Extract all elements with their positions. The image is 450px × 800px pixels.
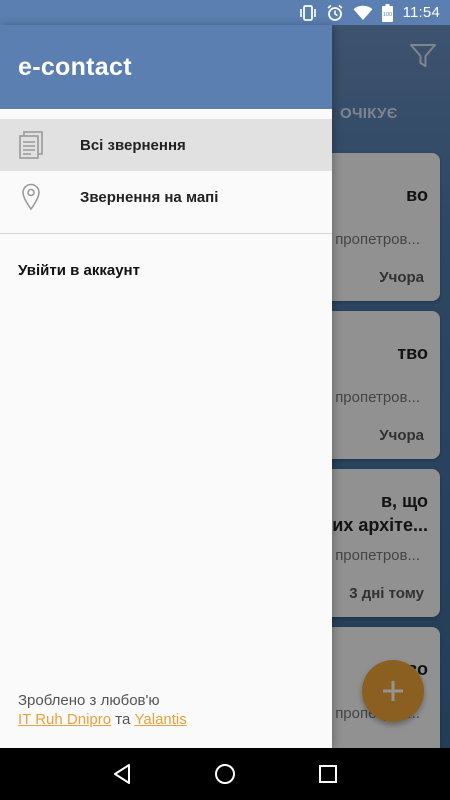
- menu-item-all-appeals[interactable]: Всі звернення: [0, 119, 332, 171]
- login-link[interactable]: Увійти в аккаунт: [18, 262, 332, 279]
- recents-icon: [319, 765, 338, 783]
- footer-text: Зроблено з любов'ю: [18, 692, 160, 709]
- back-button[interactable]: [102, 754, 142, 794]
- system-nav-bar: [0, 748, 450, 800]
- home-icon: [214, 764, 235, 784]
- link-yalantis[interactable]: Yalantis: [135, 711, 187, 728]
- menu-item-label: Всі звернення: [80, 136, 186, 154]
- back-icon: [113, 764, 130, 784]
- clock: 11:54: [402, 4, 440, 21]
- alarm-icon: [326, 4, 344, 22]
- navigation-drawer: e-contact Всі звернення Звернення на мап…: [0, 25, 332, 748]
- recents-button[interactable]: [308, 754, 348, 794]
- link-it-ruh-dnipro[interactable]: IT Ruh Dnipro: [18, 711, 111, 728]
- drawer-footer: Зроблено з любов'ю IT Ruh Dnipro та Yala…: [18, 691, 187, 729]
- vibrate-icon: [299, 4, 317, 22]
- divider: [0, 233, 332, 234]
- battery-icon: 100: [381, 3, 393, 22]
- menu-item-appeals-map[interactable]: Звернення на мапі: [0, 171, 332, 223]
- battery-level: 100: [382, 12, 391, 18]
- menu-item-label: Звернення на мапі: [80, 188, 219, 206]
- status-bar: 100 11:54: [0, 0, 450, 25]
- app-title: e-contact: [18, 53, 132, 81]
- wifi-icon: [353, 4, 373, 22]
- drawer-header: e-contact: [0, 25, 332, 109]
- map-pin-icon: [0, 183, 80, 211]
- home-button[interactable]: [205, 754, 245, 794]
- documents-icon: [0, 131, 80, 159]
- footer-conjunction: та: [115, 711, 131, 728]
